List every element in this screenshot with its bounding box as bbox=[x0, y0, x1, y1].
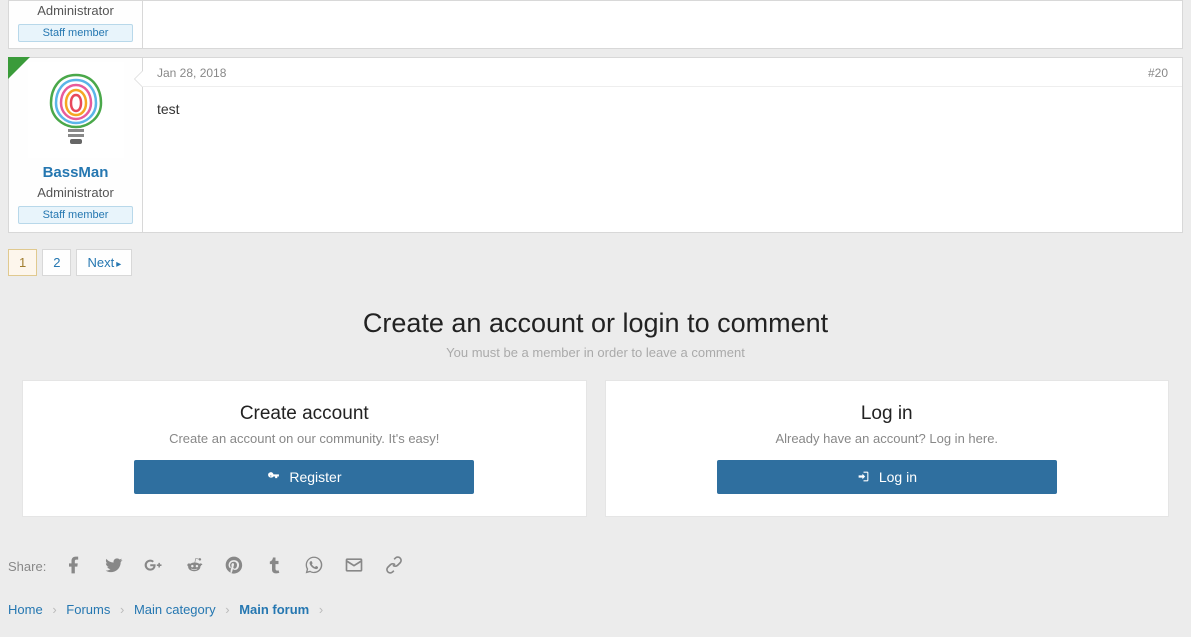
link-icon[interactable] bbox=[384, 555, 404, 578]
create-title: Create account bbox=[45, 403, 564, 425]
social-icons bbox=[64, 555, 404, 578]
auth-boxes: Create account Create an account on our … bbox=[0, 372, 1191, 541]
user-role: Administrator bbox=[9, 1, 142, 20]
share-bar: Share: bbox=[0, 541, 1191, 592]
create-account-box: Create account Create an account on our … bbox=[22, 380, 587, 517]
user-avatar[interactable] bbox=[28, 62, 124, 158]
user-panel: Administrator Staff member bbox=[8, 0, 143, 49]
breadcrumb: Home › Forums › Main category › Main for… bbox=[0, 592, 1191, 637]
post-date[interactable]: Jan 28, 2018 bbox=[157, 66, 226, 80]
page-2[interactable]: 2 bbox=[42, 249, 71, 276]
pinterest-icon[interactable] bbox=[224, 555, 244, 578]
share-label: Share: bbox=[8, 559, 46, 574]
register-label: Register bbox=[289, 469, 341, 485]
chevron-right-icon: › bbox=[225, 602, 229, 617]
register-button[interactable]: Register bbox=[134, 460, 474, 494]
breadcrumb-forum[interactable]: Main forum bbox=[239, 602, 309, 617]
login-button[interactable]: Log in bbox=[717, 460, 1057, 494]
username-link[interactable]: BassMan bbox=[9, 162, 142, 183]
breadcrumb-category[interactable]: Main category bbox=[134, 602, 216, 617]
breadcrumb-forums[interactable]: Forums bbox=[66, 602, 110, 617]
google-plus-icon[interactable] bbox=[144, 555, 164, 578]
cta-section: Create an account or login to comment Yo… bbox=[0, 284, 1191, 372]
user-role: Administrator bbox=[9, 183, 142, 202]
tumblr-icon[interactable] bbox=[264, 555, 284, 578]
forum-post: BassMan Administrator Staff member Jan 2… bbox=[8, 57, 1183, 233]
breadcrumb-home[interactable]: Home bbox=[8, 602, 43, 617]
cta-heading: Create an account or login to comment bbox=[8, 308, 1183, 339]
staff-badge: Staff member bbox=[18, 206, 134, 224]
whatsapp-icon[interactable] bbox=[304, 555, 324, 578]
key-icon bbox=[267, 471, 283, 485]
reddit-icon[interactable] bbox=[184, 555, 204, 578]
page-1[interactable]: 1 bbox=[8, 249, 37, 276]
staff-badge: Staff member bbox=[18, 24, 134, 42]
chevron-right-icon: › bbox=[120, 602, 124, 617]
page-next[interactable]: Next bbox=[76, 249, 132, 276]
post-body: Jan 28, 2018 #20 test bbox=[143, 57, 1183, 233]
login-label: Log in bbox=[879, 469, 917, 485]
user-panel: BassMan Administrator Staff member bbox=[8, 57, 143, 233]
cta-sub: You must be a member in order to leave a… bbox=[8, 345, 1183, 360]
avatar-icon bbox=[41, 67, 111, 153]
login-desc: Already have an account? Log in here. bbox=[628, 431, 1147, 446]
login-icon bbox=[857, 471, 873, 485]
online-indicator bbox=[8, 57, 30, 79]
login-box: Log in Already have an account? Log in h… bbox=[605, 380, 1170, 517]
chevron-right-icon: › bbox=[52, 602, 56, 617]
twitter-icon[interactable] bbox=[104, 555, 124, 578]
post-content: test bbox=[143, 87, 1182, 207]
email-icon[interactable] bbox=[344, 555, 364, 578]
previous-post-fragment: Administrator Staff member bbox=[8, 0, 1183, 49]
post-header: Jan 28, 2018 #20 bbox=[143, 58, 1182, 87]
create-desc: Create an account on our community. It's… bbox=[45, 431, 564, 446]
chevron-right-icon: › bbox=[319, 602, 323, 617]
post-body-fragment bbox=[143, 0, 1183, 49]
login-title: Log in bbox=[628, 403, 1147, 425]
post-number[interactable]: #20 bbox=[1148, 66, 1168, 80]
facebook-icon[interactable] bbox=[64, 555, 84, 578]
pagination: 1 2 Next bbox=[0, 241, 1191, 284]
